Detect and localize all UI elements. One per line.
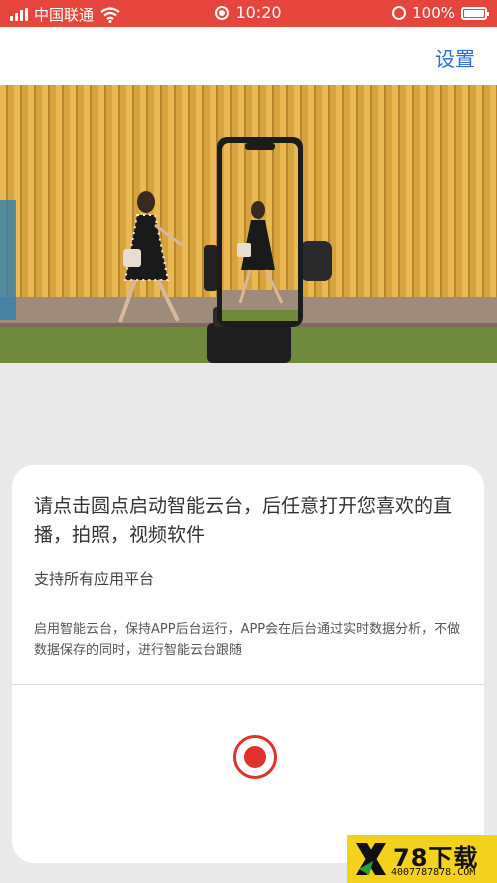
instruction-card: 请点击圆点启动智能云台，后任意打开您喜欢的直播，拍照，视频软件 支持所有应用平台… [12, 465, 484, 863]
nav-bar: 设置 [0, 27, 497, 85]
battery-icon [461, 6, 489, 20]
status-right: 100% [392, 4, 489, 22]
time-label: 10:20 [235, 3, 282, 22]
status-bar: 中国联通 10:20 100% [0, 0, 497, 27]
battery-label: 100% [412, 4, 455, 22]
watermark-logo: 78下载 4007787878.COM [347, 835, 497, 883]
card-title: 请点击圆点启动智能云台，后任意打开您喜欢的直播，拍照，视频软件 [34, 495, 453, 546]
record-dot-icon [244, 746, 266, 768]
screen-record-icon [215, 6, 230, 20]
phone-gimbal-image [0, 85, 497, 363]
hero-image [0, 85, 497, 363]
watermark-url: 4007787878.COM [391, 867, 476, 878]
start-gimbal-button[interactable] [233, 735, 277, 779]
card-description: 启用智能云台，保持APP后台运行，APP会在后台通过实时数据分析，不做数据保存的… [34, 622, 461, 658]
x-logo-icon [356, 843, 386, 875]
settings-button[interactable]: 设置 [435, 43, 475, 72]
card-subtitle: 支持所有应用平台 [34, 570, 155, 588]
divider [12, 684, 484, 685]
rotation-lock-icon [392, 6, 407, 20]
